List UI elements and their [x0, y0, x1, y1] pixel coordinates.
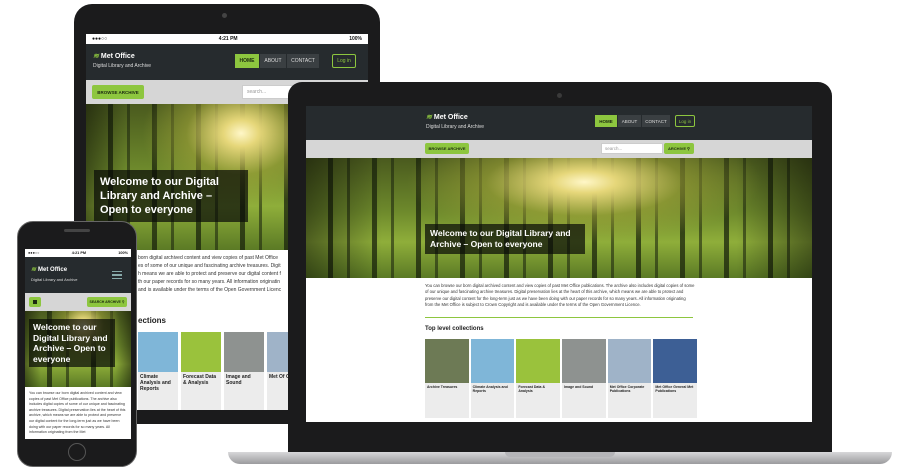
logo-text: Met Office [38, 266, 68, 273]
laptop-notch [505, 452, 615, 457]
search-button-label: ARCHIVE [668, 146, 687, 151]
collection-tile-general-publications[interactable]: Met Office General Met Publications [653, 339, 698, 418]
browse-menu-button[interactable] [29, 297, 41, 307]
site-subtitle: Digital Library and Archive [31, 277, 78, 282]
collection-label: Image and Sound [226, 374, 251, 386]
browse-archive-button[interactable]: BROWSE ARCHIVE [425, 143, 469, 154]
laptop-toolbar: BROWSE ARCHIVE search... ARCHIVE ⚲ [306, 140, 812, 158]
collections-title: Top level collections [425, 326, 484, 332]
site-logo[interactable]: ≋ Met Office [426, 113, 468, 122]
battery-level: 100% [349, 36, 362, 42]
logo-mark-icon: ≋ [426, 114, 432, 121]
search-icon: ⚲ [121, 300, 125, 304]
laptop-header: ≋ Met Office Digital Library and Archive… [306, 106, 812, 140]
collection-image [562, 339, 606, 383]
collections-grid: Archive Treasures Climate Analysis and R… [425, 339, 698, 419]
collection-image [470, 339, 515, 383]
collection-tile-forecast-data[interactable]: Forecast Data & Analysis [516, 339, 561, 418]
search-icon: ⚲ [687, 146, 690, 151]
phone-speaker [64, 229, 90, 232]
phone-toolbar: SEARCH ARCHIVE ⚲ [25, 293, 131, 311]
laptop-camera [557, 93, 562, 98]
login-button[interactable]: Log in [332, 54, 356, 68]
search-input[interactable]: search... [601, 143, 663, 154]
status-time: 4:21 PM [71, 251, 87, 255]
intro-text: You can browse our born digital archived… [425, 283, 695, 307]
collection-tile-image-sound[interactable]: Image and Sound [562, 339, 606, 418]
collection-label: Climate Analysis and Reports [140, 374, 171, 392]
tablet-status-bar: ●●●○○ 4:21 PM 100% [86, 34, 368, 44]
logo-mark-icon: ≋ [31, 267, 37, 273]
search-archive-button[interactable]: SEARCH ARCHIVE ⚲ [87, 297, 127, 307]
collection-image [516, 339, 561, 383]
collection-tile[interactable]: Climate Analysis and Reports [138, 332, 178, 410]
collection-tile[interactable]: Image and Sound [224, 332, 264, 410]
collection-label: Forecast Data & Analysis [518, 385, 545, 393]
battery-level: 100% [118, 251, 128, 255]
collection-label: Archive Treasures [427, 385, 458, 389]
nav-home[interactable]: HOME [595, 115, 617, 127]
phone-status-bar: ●●●○○ 4:21 PM 100% [25, 249, 131, 257]
browse-archive-button[interactable]: BROWSE ARCHIVE [92, 85, 144, 99]
tablet-header: ≋ Met Office Digital Library and Archive… [86, 44, 368, 80]
site-logo[interactable]: ≋ Met Office [31, 266, 68, 274]
phone-header: ≋ Met Office Digital Library and Archive [25, 257, 131, 293]
laptop-screen: ≋ Met Office Digital Library and Archive… [306, 106, 812, 422]
site-logo[interactable]: ≋ Met Office [93, 52, 135, 61]
collection-label: Met Office General Met Publications [655, 385, 694, 393]
hero-title: Welcome to our Digital Library and Archi… [94, 170, 248, 222]
login-button[interactable]: Log in [675, 115, 695, 127]
nav-home[interactable]: HOME [235, 54, 259, 68]
collection-label: Climate Analysis and Reports [472, 385, 508, 393]
collection-label: Met Office Corporate Publications [609, 385, 645, 393]
collection-image [425, 339, 469, 383]
hero-title: Welcome to our Digital Library and Archi… [425, 224, 585, 254]
nav-about[interactable]: ABOUT [260, 54, 286, 68]
hero-title: Welcome to our Digital Library and Archi… [29, 319, 115, 367]
collection-tile[interactable]: Forecast Data & Analysis [181, 332, 221, 410]
phone-home-button[interactable] [68, 443, 86, 461]
status-time: 4:21 PM [218, 36, 238, 42]
divider [425, 317, 693, 318]
search-button-label: SEARCH ARCHIVE [89, 300, 121, 304]
collection-label: Forecast Data & Analysis [183, 374, 217, 386]
nav-contact[interactable]: CONTACT [287, 54, 319, 68]
collection-image [224, 332, 264, 372]
logo-mark-icon: ≋ [93, 53, 99, 60]
search-archive-button[interactable]: ARCHIVE ⚲ [664, 143, 694, 154]
nav-about[interactable]: ABOUT [618, 115, 641, 127]
logo-text: Met Office [433, 113, 468, 121]
collection-tile-corporate-publications[interactable]: Met Office Corporate Publications [607, 339, 652, 418]
site-subtitle: Digital Library and Archive [426, 124, 485, 130]
carrier-signal: ●●●○○ [28, 251, 40, 255]
tablet-camera [222, 13, 227, 18]
collection-image [181, 332, 221, 372]
menu-square-icon [33, 300, 37, 304]
collection-tile-archive-treasures[interactable]: Archive Treasures [425, 339, 469, 418]
laptop-hero: Welcome to our Digital Library and Archi… [306, 158, 812, 278]
collection-image [138, 332, 178, 372]
collection-image [607, 339, 652, 383]
tablet-collections-title: ections [138, 316, 167, 325]
phone-hero: Welcome to our Digital Library and Archi… [25, 311, 131, 387]
phone-screen: ●●●○○ 4:21 PM 100% ≋ Met Office Digital … [25, 249, 131, 439]
collection-image [653, 339, 698, 383]
nav-contact[interactable]: CONTACT [642, 115, 670, 127]
site-subtitle: Digital Library and Archive [93, 63, 152, 69]
collection-tile-climate-analysis[interactable]: Climate Analysis and Reports [470, 339, 515, 418]
hamburger-menu-icon[interactable] [112, 271, 122, 279]
carrier-signal: ●●●○○ [92, 36, 108, 42]
collection-label: Image and Sound [564, 385, 594, 389]
logo-text: Met Office [100, 52, 135, 60]
phone-intro: You can browse our born digital archived… [29, 391, 126, 435]
